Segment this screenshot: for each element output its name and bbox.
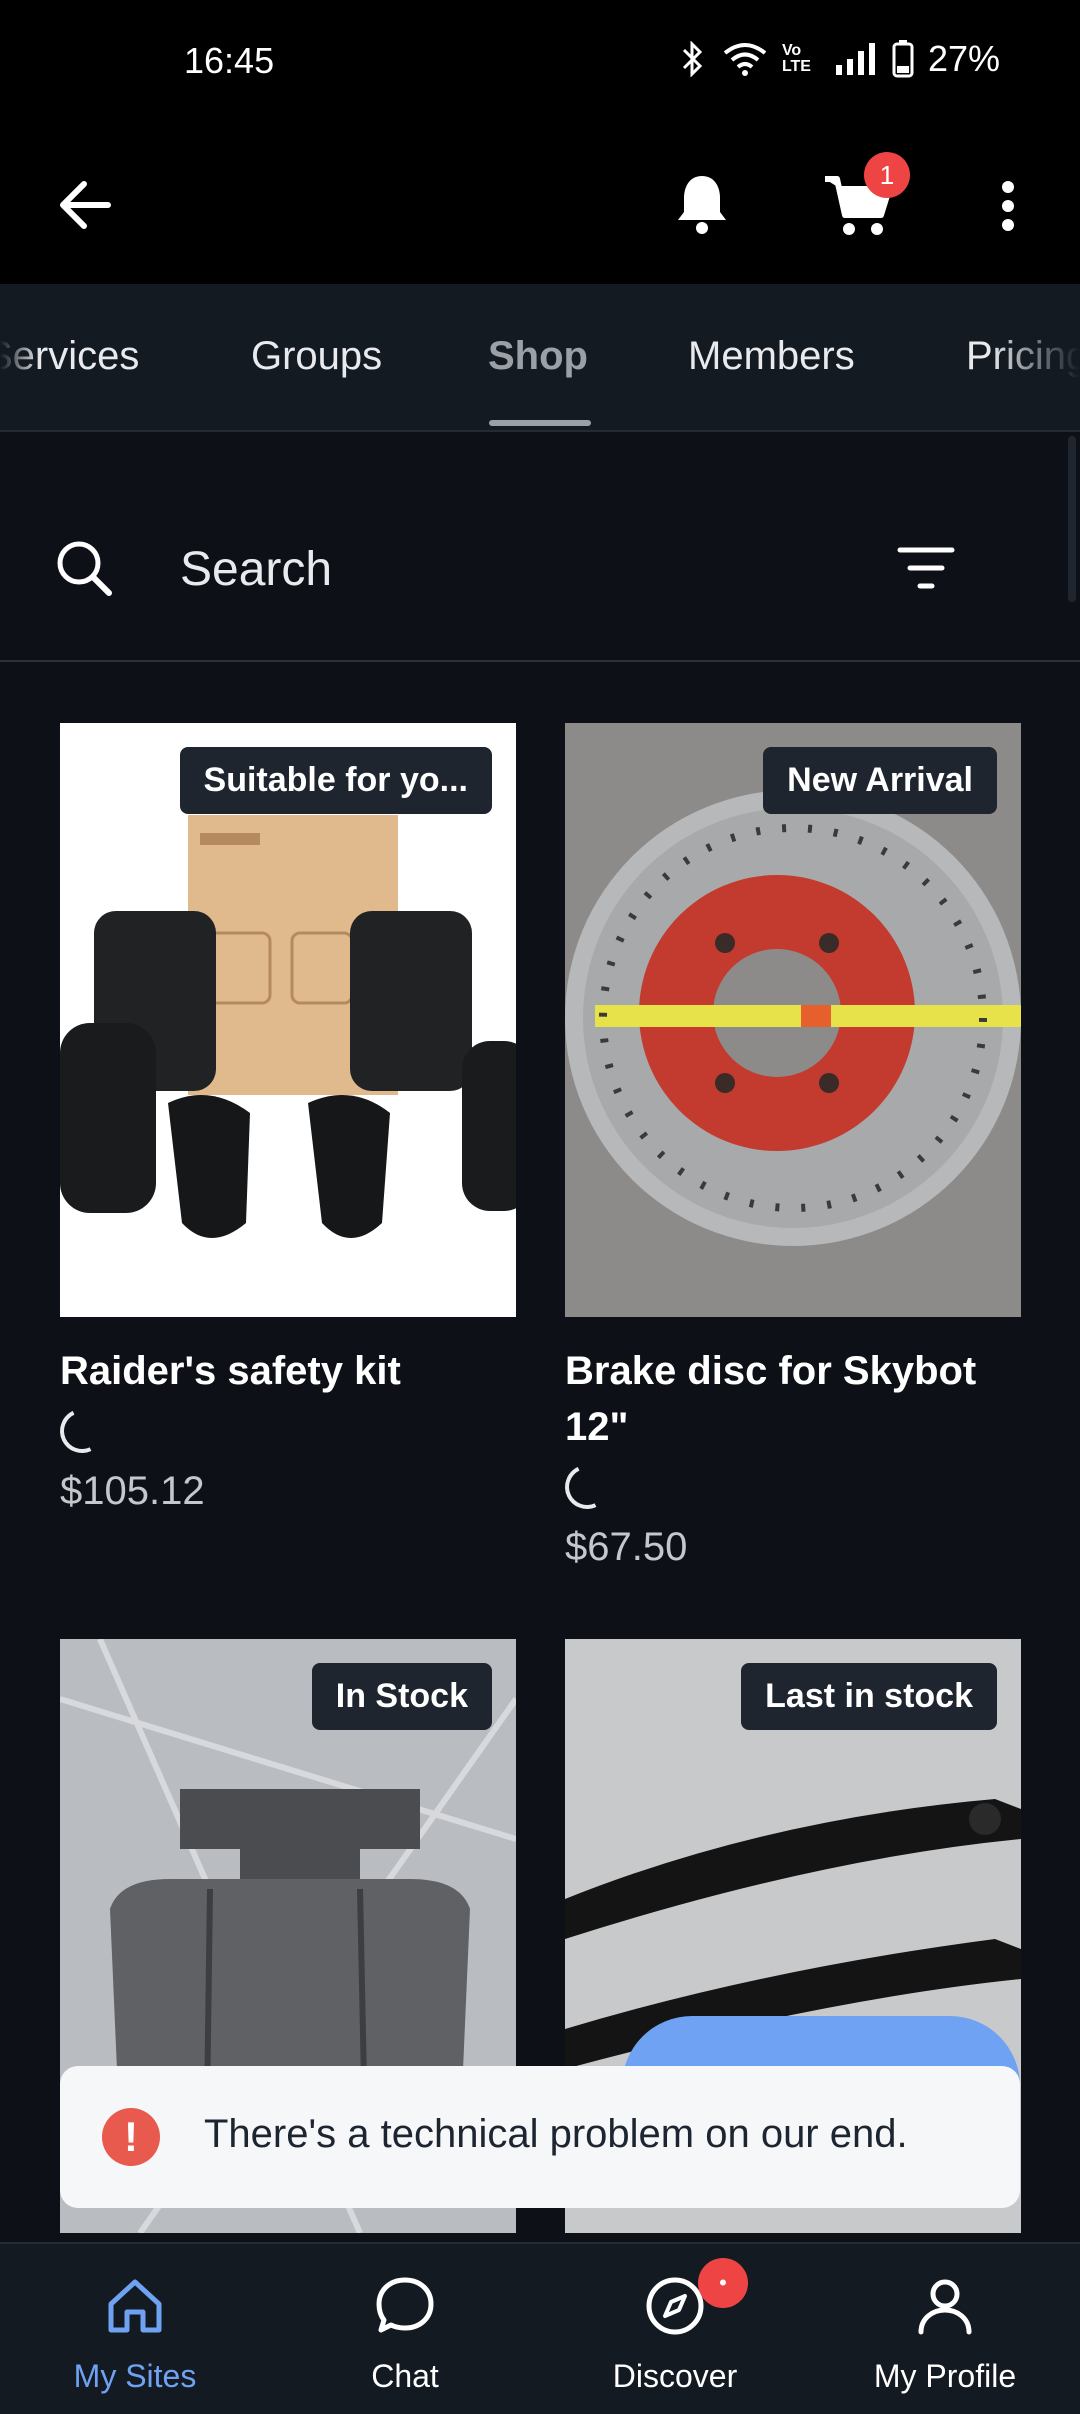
notifications-button[interactable]: [664, 166, 740, 242]
brake-disc-image: New Arrival: [565, 723, 1021, 1317]
back-button[interactable]: [50, 170, 120, 240]
volte-indicator: Vo LTE: [781, 42, 811, 75]
profile-icon: [918, 2279, 972, 2335]
error-toast: ! There's a technical problem on our end…: [60, 2066, 1020, 2208]
nav-my-sites[interactable]: My Sites: [0, 2244, 270, 2414]
tab-shop[interactable]: Shop: [488, 334, 588, 379]
search-input[interactable]: Search: [180, 542, 332, 597]
error-icon: !: [102, 2108, 160, 2166]
product-tag: In Stock: [311, 1663, 492, 1730]
bottom-navigation: My Sites Chat • Discover My Profile: [0, 2242, 1080, 2414]
nav-discover[interactable]: • Discover: [540, 2244, 810, 2414]
product-price: $105.12: [60, 1469, 205, 1513]
product-tag: New Arrival: [763, 747, 997, 814]
cart-count-badge: 1: [864, 152, 910, 198]
loading-spinner: [53, 1402, 111, 1460]
discover-badge: •: [698, 2258, 748, 2308]
battery-icon: [892, 40, 914, 78]
cart-button[interactable]: 1: [818, 152, 910, 246]
tab-members[interactable]: Members: [688, 334, 855, 379]
search-bar: Search: [0, 470, 1080, 662]
nav-label: My Sites: [73, 2358, 197, 2394]
product-price: $67.50: [565, 1525, 688, 1569]
more-options-button[interactable]: [980, 176, 1036, 236]
product-name[interactable]: Brake disc for Skybot 12": [565, 1343, 1021, 1455]
status-icons: Vo LTE 27%: [678, 38, 1000, 80]
status-bar: 16:45 Vo LTE 27%: [0, 0, 1080, 126]
search-icon: [57, 541, 112, 596]
tab-groups[interactable]: Groups: [251, 334, 382, 379]
bluetooth-icon: [682, 41, 703, 77]
more-vertical-icon: [1002, 181, 1014, 231]
status-time: 16:45: [184, 40, 275, 81]
app-bar: 1: [0, 126, 1080, 284]
nav-label: Discover: [612, 2358, 738, 2394]
filter-icon: [897, 547, 955, 589]
nav-label: My Profile: [873, 2358, 1017, 2394]
nav-label: Chat: [371, 2358, 439, 2394]
battery-level: 27%: [927, 38, 1000, 79]
nav-my-profile[interactable]: My Profile: [810, 2244, 1080, 2414]
home-icon: [108, 2279, 162, 2333]
signal-icon: [835, 43, 875, 75]
chat-icon: [376, 2277, 434, 2333]
loading-spinner: [558, 1458, 616, 1516]
wifi-icon: [723, 43, 767, 76]
filter-button[interactable]: [896, 544, 966, 598]
section-tabs: Services Groups Shop Members Pricing: [0, 284, 1080, 432]
product-tag: Suitable for yo...: [179, 747, 492, 814]
product-name[interactable]: Raider's safety kit: [60, 1343, 516, 1399]
safety-kit-image: Suitable for yo...: [60, 723, 516, 1317]
active-tab-indicator: [489, 420, 591, 426]
nav-chat[interactable]: Chat: [270, 2244, 540, 2414]
back-arrow-icon: [60, 181, 111, 229]
product-tag: Last in stock: [741, 1663, 997, 1730]
toast-message: There's a technical problem on our end.: [204, 2112, 908, 2156]
bell-icon: [678, 176, 726, 234]
